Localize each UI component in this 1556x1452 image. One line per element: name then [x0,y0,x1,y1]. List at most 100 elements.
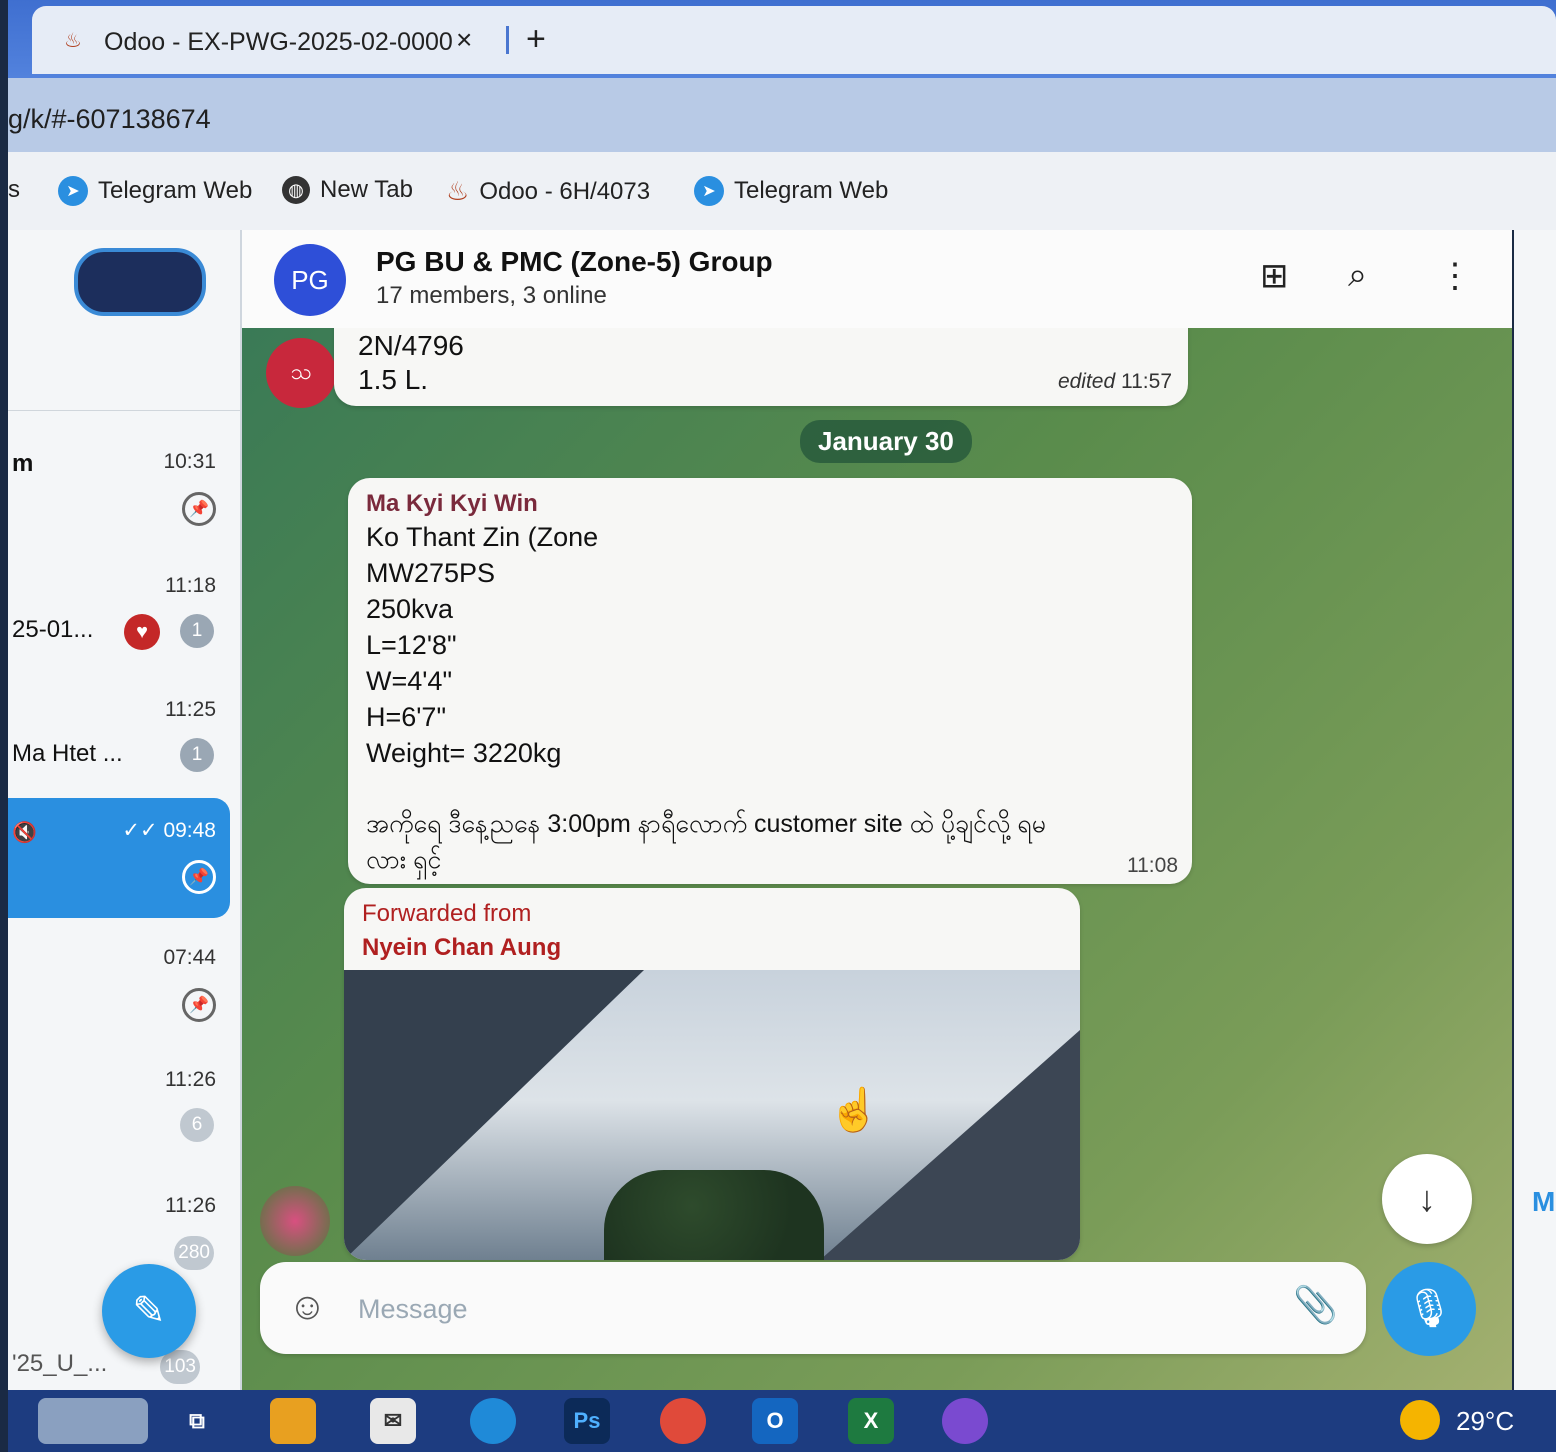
chat-header: PG PG BU & PMC (Zone-5) Group 17 members… [242,230,1512,329]
chat-time: 10:31 [163,450,216,473]
chat-time: 11:25 [165,698,216,721]
forwarded-sender[interactable]: Nyein Chan Aung [362,934,561,962]
photo-trees [604,1170,824,1260]
photoshop-icon[interactable]: Ps [564,1398,610,1444]
taskbar-thumbnail[interactable] [38,1398,148,1444]
edge-icon[interactable] [470,1398,516,1444]
screen: ♨ Odoo - EX-PWG-2025-02-0000 × + g/k/#-6… [8,0,1556,1452]
chat-list-item[interactable]: 07:44 📌 [8,938,230,1058]
chat-list-item-active[interactable]: 🔇 ✓✓ 09:48 📌 [8,798,230,918]
photo-building-right [820,1030,1080,1260]
chat-list-panel: m 10:31 📌 11:18 25-01... ♥ 1 11:25 Ma Ht… [8,230,242,1390]
sender-avatar[interactable] [260,1186,330,1256]
chat-list-item[interactable]: 11:25 Ma Htet ... 1 [8,690,230,810]
pin-icon: 📌 [182,988,216,1022]
message-meta: edited 11:57 [1058,370,1172,394]
group-title[interactable]: PG BU & PMC (Zone-5) Group [376,246,773,278]
bookmark-label: Telegram Web [734,177,889,204]
message-line: အကိုရေ ဒီနေ့ညနေ 3:00pm နာရီလောက် custome… [366,810,1046,838]
telegram-icon: ➤ [694,176,724,206]
address-bar[interactable] [8,78,1556,152]
excel-icon[interactable]: X [848,1398,894,1444]
chat-list-item[interactable]: 11:26 6 [8,1060,230,1180]
compose-pencil-button[interactable]: ✎ [102,1264,196,1358]
stories-avatars[interactable] [74,248,206,316]
telegram-icon: ➤ [58,176,88,206]
message-line: W=4'4" [366,666,453,696]
chat-time: 11:18 [165,574,216,597]
unread-badge: 1 [180,614,214,648]
windows-taskbar: ⧉ ✉ Ps O X 29°C [8,1390,1556,1452]
chat-time: 07:44 [163,946,216,969]
message-line: 250kva [366,594,454,624]
browser-tab[interactable]: ♨ Odoo - EX-PWG-2025-02-0000 × + [32,6,1556,74]
pin-icon: 📌 [182,492,216,526]
new-tab-button[interactable]: + [526,20,546,59]
chat-name: 25-01... [12,616,94,643]
outlook-icon[interactable]: O [752,1398,798,1444]
message-line: Weight= 3220kg [366,738,562,768]
hand-cursor-icon: ☝ [828,1086,881,1133]
search-icon[interactable]: ⌕ [1348,256,1367,295]
message-sender[interactable]: Ma Kyi Kyi Win [366,490,538,518]
live-stream-icon[interactable]: ⊞ [1260,256,1289,296]
globe-icon: ◍ [282,176,310,204]
right-panel-tab[interactable]: M [1532,1186,1555,1218]
message-bubble[interactable]: Ma Kyi Kyi Win Ko Thant Zin (Zone MW275P… [348,478,1192,884]
microphone-button[interactable]: 🎙 [1382,1262,1476,1356]
more-menu-icon[interactable]: ⋮ [1438,256,1472,296]
chat-name: Ma Htet ... [12,740,123,767]
chat-time: 11:26 [165,1194,216,1217]
file-explorer-icon[interactable] [270,1398,316,1444]
attach-icon[interactable]: 📎 [1293,1284,1338,1326]
scroll-down-button[interactable]: ↓ [1382,1154,1472,1244]
chat-messages[interactable]: သ 2N/4796 1.5 L. edited 11:57 January 30… [242,328,1512,1390]
bookmark-partial[interactable]: s [8,176,20,204]
right-panel: M [1514,230,1556,1390]
bookmark-telegram-web-1[interactable]: ➤ Telegram Web [58,176,252,206]
emoji-icon[interactable]: ☺ [288,1286,327,1329]
bookmark-odoo[interactable]: ♨ Odoo - 6H/4073 [446,176,650,207]
odoo-icon: ♨ [446,176,470,206]
group-members-status: 17 members, 3 online [376,282,607,309]
message-line: MW275PS [366,558,496,588]
message-photo[interactable]: ☝ [344,970,1080,1260]
bookmark-new-tab[interactable]: ◍ New Tab [282,176,413,204]
message-time: 11:57 [1121,370,1172,393]
bookmark-label: Telegram Web [98,177,253,204]
message-composer: ☺ 📎 [260,1262,1366,1354]
close-tab-icon[interactable]: × [456,24,472,56]
message-line: 1.5 L. [358,364,429,395]
forwarded-label: Forwarded from [362,900,532,927]
message-line: H=6'7" [366,702,447,732]
chat-name: m [12,450,34,477]
task-view-icon[interactable]: ⧉ [174,1398,220,1444]
message-line: 2N/4796 [358,330,464,361]
bookmark-telegram-web-2[interactable]: ➤ Telegram Web [694,176,888,206]
forwarded-photo-message[interactable]: Forwarded from Nyein Chan Aung ☝ [344,888,1080,1260]
date-separator: January 30 [800,420,972,463]
tab-divider [506,26,509,54]
chat-list-header [8,230,240,411]
pin-icon: 📌 [182,860,216,894]
heart-reaction-icon: ♥ [124,614,160,650]
edited-label: edited [1057,370,1116,393]
sender-avatar[interactable]: သ [266,338,336,408]
chat-time: 11:26 [165,1068,216,1091]
weather-icon[interactable] [1400,1400,1440,1440]
weather-temperature[interactable]: 29°C [1456,1406,1514,1437]
chat-list-item[interactable]: 11:18 25-01... ♥ 1 [8,566,230,686]
odoo-favicon-icon: ♨ [64,30,82,52]
group-avatar[interactable]: PG [274,244,346,316]
message-bubble-previous[interactable]: 2N/4796 1.5 L. edited 11:57 [334,328,1188,406]
bookmark-label: Odoo - 6H/4073 [479,177,651,205]
viber-icon[interactable] [942,1398,988,1444]
address-url[interactable]: g/k/#-607138674 [8,104,211,135]
message-time: 11:08 [1127,854,1178,877]
read-receipt-icon: ✓✓ [122,819,158,842]
message-input[interactable] [356,1288,1260,1330]
message-line: Ko Thant Zin (Zone [366,522,599,552]
chat-list-item[interactable]: m 10:31 📌 [8,442,230,562]
chrome-icon[interactable] [660,1398,706,1444]
mail-icon[interactable]: ✉ [370,1398,416,1444]
